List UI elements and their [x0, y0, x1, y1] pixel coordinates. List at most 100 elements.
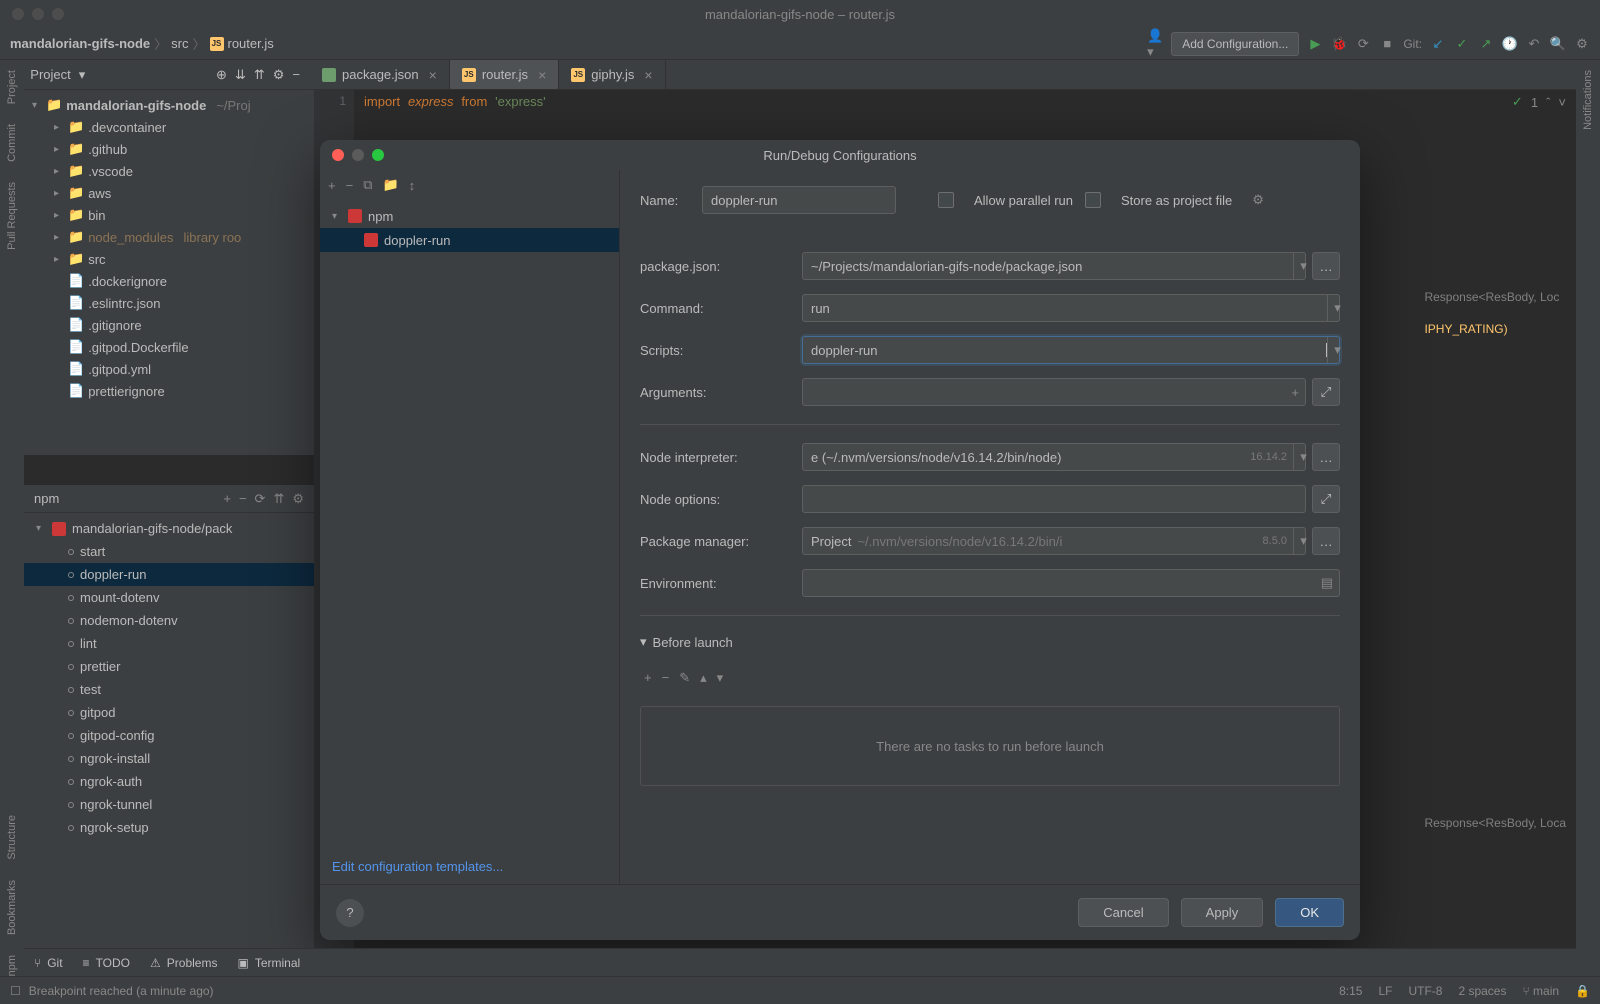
nav-down-icon[interactable]: ˅	[1558, 95, 1566, 110]
gear-icon[interactable]: ⚙	[1252, 192, 1264, 208]
add-config-icon[interactable]: +	[328, 178, 336, 193]
tree-item[interactable]: ▸ 📁 bin	[24, 204, 314, 226]
tree-item[interactable]: 📄 prettierignore	[24, 380, 314, 402]
coverage-icon[interactable]: ⟳	[1355, 36, 1371, 52]
npm-script[interactable]: gitpod-config	[24, 724, 314, 747]
pull-requests-tool[interactable]: Pull Requests	[6, 182, 18, 250]
git-pull-icon[interactable]: ↙	[1430, 36, 1446, 52]
apply-button[interactable]: Apply	[1181, 898, 1264, 927]
notifications-tool[interactable]: Notifications	[1582, 70, 1594, 130]
remove-script-icon[interactable]: −	[239, 491, 247, 507]
npm-script[interactable]: mount-dotenv	[24, 586, 314, 609]
bookmarks-tool[interactable]: Bookmarks	[6, 880, 18, 935]
tab-giphy-js[interactable]: JS giphy.js ×	[559, 60, 665, 89]
git-tool[interactable]: ⑂Git	[34, 956, 63, 970]
environment-input[interactable]: ▤	[802, 569, 1340, 597]
git-commit-icon[interactable]: ✓	[1454, 36, 1470, 52]
close-tab-icon[interactable]: ×	[538, 67, 546, 83]
npm-script[interactable]: ngrok-tunnel	[24, 793, 314, 816]
remove-config-icon[interactable]: −	[346, 178, 354, 193]
chevron-down-icon[interactable]: ▾	[1327, 295, 1347, 321]
tree-root[interactable]: ▾ 📁 mandalorian-gifs-node ~/Proj	[24, 94, 314, 116]
add-script-icon[interactable]: +	[223, 491, 231, 507]
browse-button[interactable]: …	[1312, 252, 1340, 280]
error-count[interactable]: 1	[1531, 95, 1538, 110]
collapse-all-icon[interactable]: ⇈	[273, 491, 284, 507]
tree-item[interactable]: 📄 .dockerignore	[24, 270, 314, 292]
project-tool[interactable]: Project	[6, 70, 18, 104]
npm-script[interactable]: ngrok-auth	[24, 770, 314, 793]
history-icon[interactable]: 🕐	[1502, 36, 1518, 52]
tab-package-json[interactable]: package.json ×	[310, 60, 450, 89]
help-button[interactable]: ?	[336, 899, 364, 927]
problems-tool[interactable]: ⚠Problems	[150, 956, 217, 970]
npm-settings-icon[interactable]: ⚙	[292, 491, 304, 507]
encoding[interactable]: UTF-8	[1408, 984, 1442, 998]
chevron-down-icon[interactable]: ▾	[1293, 528, 1313, 554]
cursor-position[interactable]: 8:15	[1339, 984, 1362, 998]
store-project-checkbox[interactable]	[1085, 192, 1101, 208]
maximize-window-icon[interactable]	[52, 8, 64, 20]
expand-icon[interactable]: ⤢	[1312, 485, 1340, 513]
tree-item[interactable]: 📄 .eslintrc.json	[24, 292, 314, 314]
npm-script[interactable]: prettier	[24, 655, 314, 678]
lock-icon[interactable]: 🔒	[1575, 984, 1590, 998]
move-up-icon[interactable]: ▴	[700, 670, 707, 686]
close-window-icon[interactable]	[12, 8, 24, 20]
breadcrumb-folder[interactable]: src	[171, 36, 188, 51]
minimize-window-icon[interactable]	[32, 8, 44, 20]
todo-tool[interactable]: ≡TODO	[83, 956, 130, 970]
code-line[interactable]: import express from 'express'	[364, 94, 546, 110]
panel-settings-icon[interactable]: ⚙	[273, 67, 285, 83]
tree-item[interactable]: 📄 .gitignore	[24, 314, 314, 336]
stop-icon[interactable]: ■	[1379, 36, 1395, 52]
npm-script[interactable]: lint	[24, 632, 314, 655]
list-icon[interactable]: ▤	[1321, 575, 1339, 591]
tree-item[interactable]: 📄 .gitpod.Dockerfile	[24, 336, 314, 358]
git-branch[interactable]: ⑂ main	[1522, 984, 1559, 998]
nav-up-icon[interactable]: ˆ	[1546, 95, 1550, 110]
undo-icon[interactable]: ↶	[1526, 36, 1542, 52]
node-options-input[interactable]	[802, 485, 1306, 513]
npm-script[interactable]: doppler-run	[24, 563, 314, 586]
edit-task-icon[interactable]: ✎	[679, 670, 690, 686]
edit-templates-link[interactable]: Edit configuration templates...	[332, 859, 503, 874]
tab-router-js[interactable]: JS router.js ×	[450, 60, 559, 89]
tree-item[interactable]: ▸ 📁 node_modules library roo	[24, 226, 314, 248]
add-argument-icon[interactable]: +	[1291, 385, 1305, 400]
project-dropdown-icon[interactable]: ▾	[79, 67, 86, 83]
npm-root[interactable]: ▾ mandalorian-gifs-node/pack	[24, 517, 314, 540]
npm-script[interactable]: test	[24, 678, 314, 701]
dialog-maximize-icon[interactable]	[372, 149, 384, 161]
structure-tool[interactable]: Structure	[6, 815, 18, 860]
terminal-tool[interactable]: ▣Terminal	[237, 956, 300, 970]
sort-config-icon[interactable]: ↕	[409, 178, 416, 193]
npm-script[interactable]: nodemon-dotenv	[24, 609, 314, 632]
inspection-ok-icon[interactable]: ✓	[1512, 94, 1523, 110]
before-launch-toggle[interactable]: ▾ Before launch	[640, 634, 1340, 650]
arguments-input[interactable]: +	[802, 378, 1306, 406]
line-ending[interactable]: LF	[1378, 984, 1392, 998]
npm-script[interactable]: ngrok-install	[24, 747, 314, 770]
tree-item[interactable]: 📄 .gitpod.yml	[24, 358, 314, 380]
breadcrumb-file[interactable]: router.js	[228, 36, 274, 51]
dialog-close-icon[interactable]	[332, 149, 344, 161]
commit-tool[interactable]: Commit	[6, 124, 18, 162]
search-icon[interactable]: 🔍	[1550, 36, 1566, 52]
npm-script[interactable]: start	[24, 540, 314, 563]
tree-item[interactable]: ▸ 📁 .github	[24, 138, 314, 160]
add-configuration-button[interactable]: Add Configuration...	[1171, 32, 1299, 56]
copy-config-icon[interactable]: ⧉	[363, 177, 372, 193]
tree-item[interactable]: ▸ 📁 .devcontainer	[24, 116, 314, 138]
run-icon[interactable]: ▶	[1307, 36, 1323, 52]
user-icon[interactable]: 👤▾	[1147, 36, 1163, 52]
npm-script[interactable]: ngrok-setup	[24, 816, 314, 839]
window-controls[interactable]	[0, 8, 64, 20]
indent[interactable]: 2 spaces	[1458, 984, 1506, 998]
refresh-icon[interactable]: ⟳	[255, 491, 266, 507]
browse-button[interactable]: …	[1312, 443, 1340, 471]
project-panel-label[interactable]: Project	[30, 67, 70, 82]
chevron-down-icon[interactable]: ▾	[1293, 253, 1313, 279]
close-tab-icon[interactable]: ×	[644, 67, 652, 83]
close-tab-icon[interactable]: ×	[429, 67, 437, 83]
